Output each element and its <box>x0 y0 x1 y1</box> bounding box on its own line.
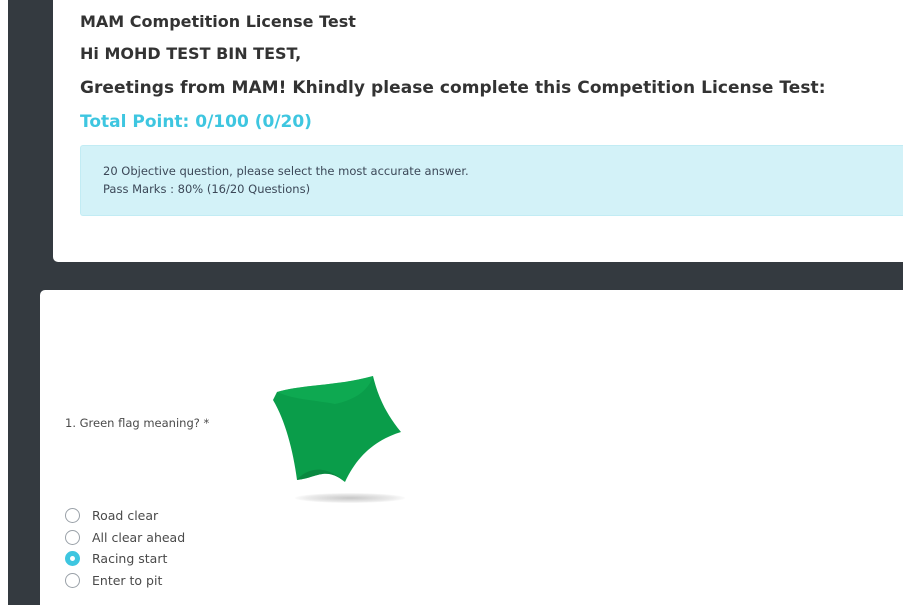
instruction-text: Greetings from MAM! Khindly please compl… <box>80 78 826 98</box>
answer-options: Road clear All clear ahead Racing start … <box>65 505 185 591</box>
info-line-pass-marks: Pass Marks : 80% (16/20 Questions) <box>103 182 311 196</box>
radio-button[interactable] <box>65 572 80 588</box>
left-rail <box>0 0 8 605</box>
option-enter-to-pit[interactable]: Enter to pit <box>65 570 185 592</box>
option-label: Road clear <box>92 508 159 524</box>
option-label: Racing start <box>92 551 168 567</box>
option-road-clear[interactable]: Road clear <box>65 505 185 527</box>
option-racing-start[interactable]: Racing start <box>65 548 185 570</box>
option-label: Enter to pit <box>92 572 163 588</box>
option-label: All clear ahead <box>92 529 186 545</box>
radio-button[interactable] <box>65 508 80 524</box>
test-title: MAM Competition License Test <box>80 12 356 31</box>
question-label: 1. Green flag meaning? * <box>65 416 210 430</box>
option-all-clear-ahead[interactable]: All clear ahead <box>65 527 185 549</box>
total-point: Total Point: 0/100 (0/20) <box>80 112 312 132</box>
info-alert: 20 Objective question, please select the… <box>80 145 903 216</box>
info-line-questions: 20 Objective question, please select the… <box>103 164 469 178</box>
radio-button[interactable] <box>65 529 80 545</box>
green-flag-icon <box>265 370 410 500</box>
question-card: 1. Green flag meaning? * Road clear All … <box>40 290 903 605</box>
radio-button-selected[interactable] <box>65 551 80 567</box>
greeting-text: Hi MOHD TEST BIN TEST, <box>80 44 302 63</box>
header-card: MAM Competition License Test Hi MOHD TES… <box>53 0 903 262</box>
